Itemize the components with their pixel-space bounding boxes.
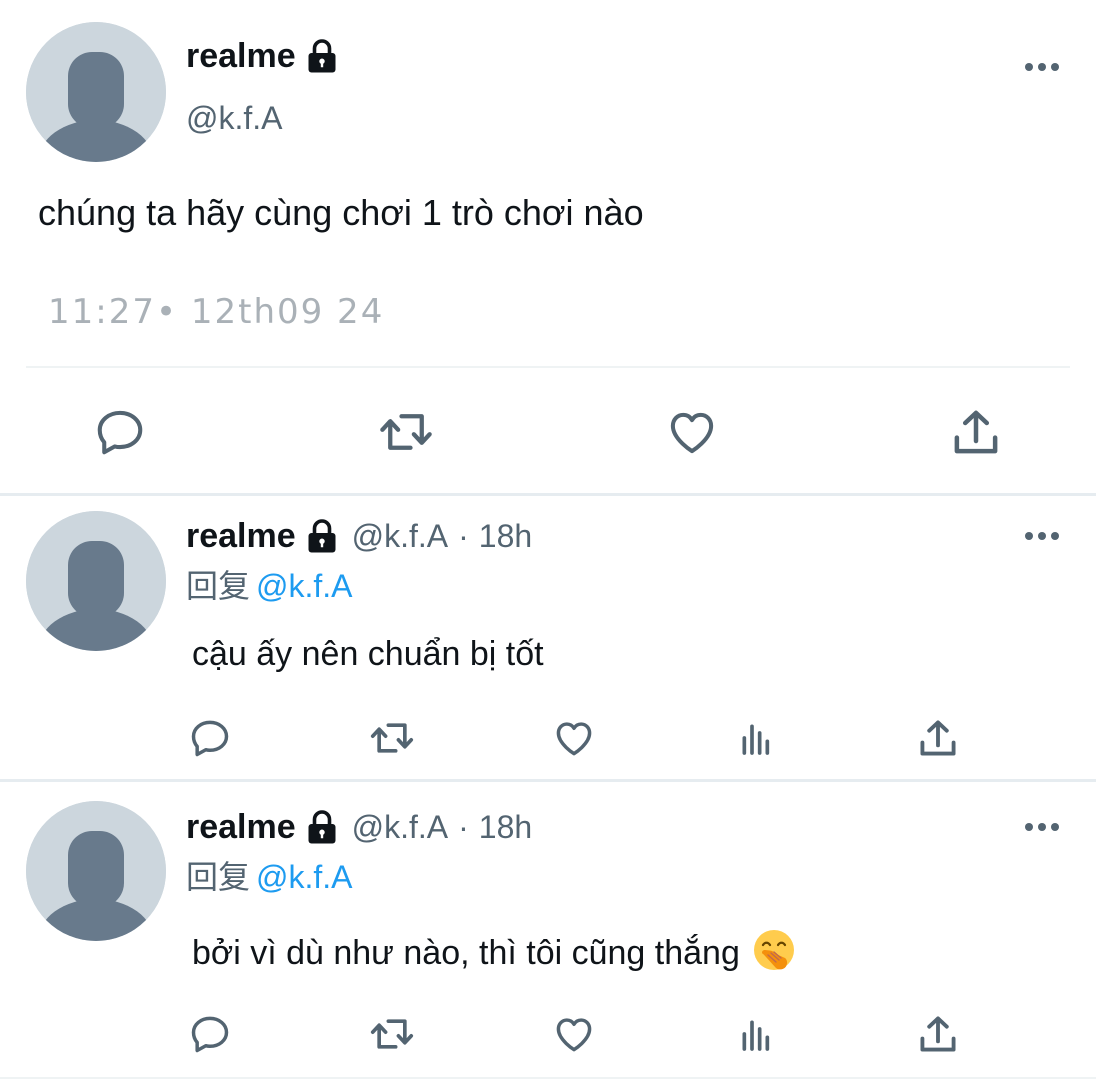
separator: ·: [458, 809, 469, 845]
reply-header: realme @k.f.A · 18h: [186, 516, 532, 556]
default-avatar-icon: [26, 511, 166, 651]
display-name-text[interactable]: realme: [186, 807, 296, 847]
like-icon[interactable]: [548, 1008, 600, 1060]
reply-icon[interactable]: [184, 1008, 236, 1060]
handle[interactable]: @k.f.A: [352, 516, 449, 556]
lock-icon: [304, 809, 340, 845]
handle[interactable]: @k.f.A: [186, 98, 283, 138]
timestamp[interactable]: 11:27• 12th09 24: [48, 292, 384, 332]
lock-icon: [304, 38, 340, 74]
default-avatar-icon: [26, 22, 166, 162]
display-name-text: realme: [186, 37, 296, 75]
views-icon[interactable]: [732, 1008, 780, 1060]
time[interactable]: 18h: [479, 807, 532, 847]
handle[interactable]: @k.f.A: [352, 807, 449, 847]
reply-to-handle[interactable]: @k.f.A: [256, 568, 353, 604]
reply-to: 回复 @k.f.A: [186, 566, 353, 606]
reply-to-label: 回复: [186, 859, 251, 895]
share-icon[interactable]: [912, 1008, 964, 1060]
time[interactable]: 18h: [479, 516, 532, 556]
reply-to-label: 回复: [186, 568, 251, 604]
share-icon[interactable]: [944, 400, 1008, 464]
more-icon[interactable]: [1022, 526, 1062, 546]
more-icon[interactable]: [1022, 817, 1062, 837]
face-with-hand-over-mouth-icon: [753, 930, 794, 970]
reply-to: 回复 @k.f.A: [186, 857, 353, 897]
default-avatar-icon: [26, 801, 166, 941]
display-name[interactable]: realme: [186, 36, 340, 76]
section-divider: [0, 493, 1096, 496]
retweet-icon[interactable]: [365, 712, 419, 764]
tweet-text: cậu ấy nên chuẩn bị tốt: [192, 635, 544, 673]
reply-icon[interactable]: [88, 400, 152, 464]
share-icon[interactable]: [912, 712, 964, 764]
retweet-icon[interactable]: [372, 400, 440, 464]
divider: [26, 366, 1070, 368]
bottom-divider: [0, 1077, 1096, 1079]
avatar[interactable]: [26, 22, 166, 162]
more-icon[interactable]: [1022, 57, 1062, 77]
tweet-text: bởi vì dù như nào, thì tôi cũng thắng: [192, 928, 796, 975]
display-name-text[interactable]: realme: [186, 516, 296, 556]
reply-header: realme @k.f.A · 18h: [186, 807, 532, 847]
retweet-icon[interactable]: [365, 1008, 419, 1060]
reply-to-handle[interactable]: @k.f.A: [256, 859, 353, 895]
reply-icon[interactable]: [184, 712, 236, 764]
separator: ·: [458, 518, 469, 554]
tweet-text-content: bởi vì dù như nào, thì tôi cũng thắng: [192, 934, 740, 972]
like-icon[interactable]: [660, 400, 724, 464]
section-divider: [0, 779, 1096, 782]
views-icon[interactable]: [732, 712, 780, 764]
avatar[interactable]: [26, 801, 166, 941]
lock-icon: [304, 518, 340, 554]
tweet-text: chúng ta hãy cùng chơi 1 trò chơi nào: [38, 192, 644, 233]
avatar[interactable]: [26, 511, 166, 651]
like-icon[interactable]: [548, 712, 600, 764]
